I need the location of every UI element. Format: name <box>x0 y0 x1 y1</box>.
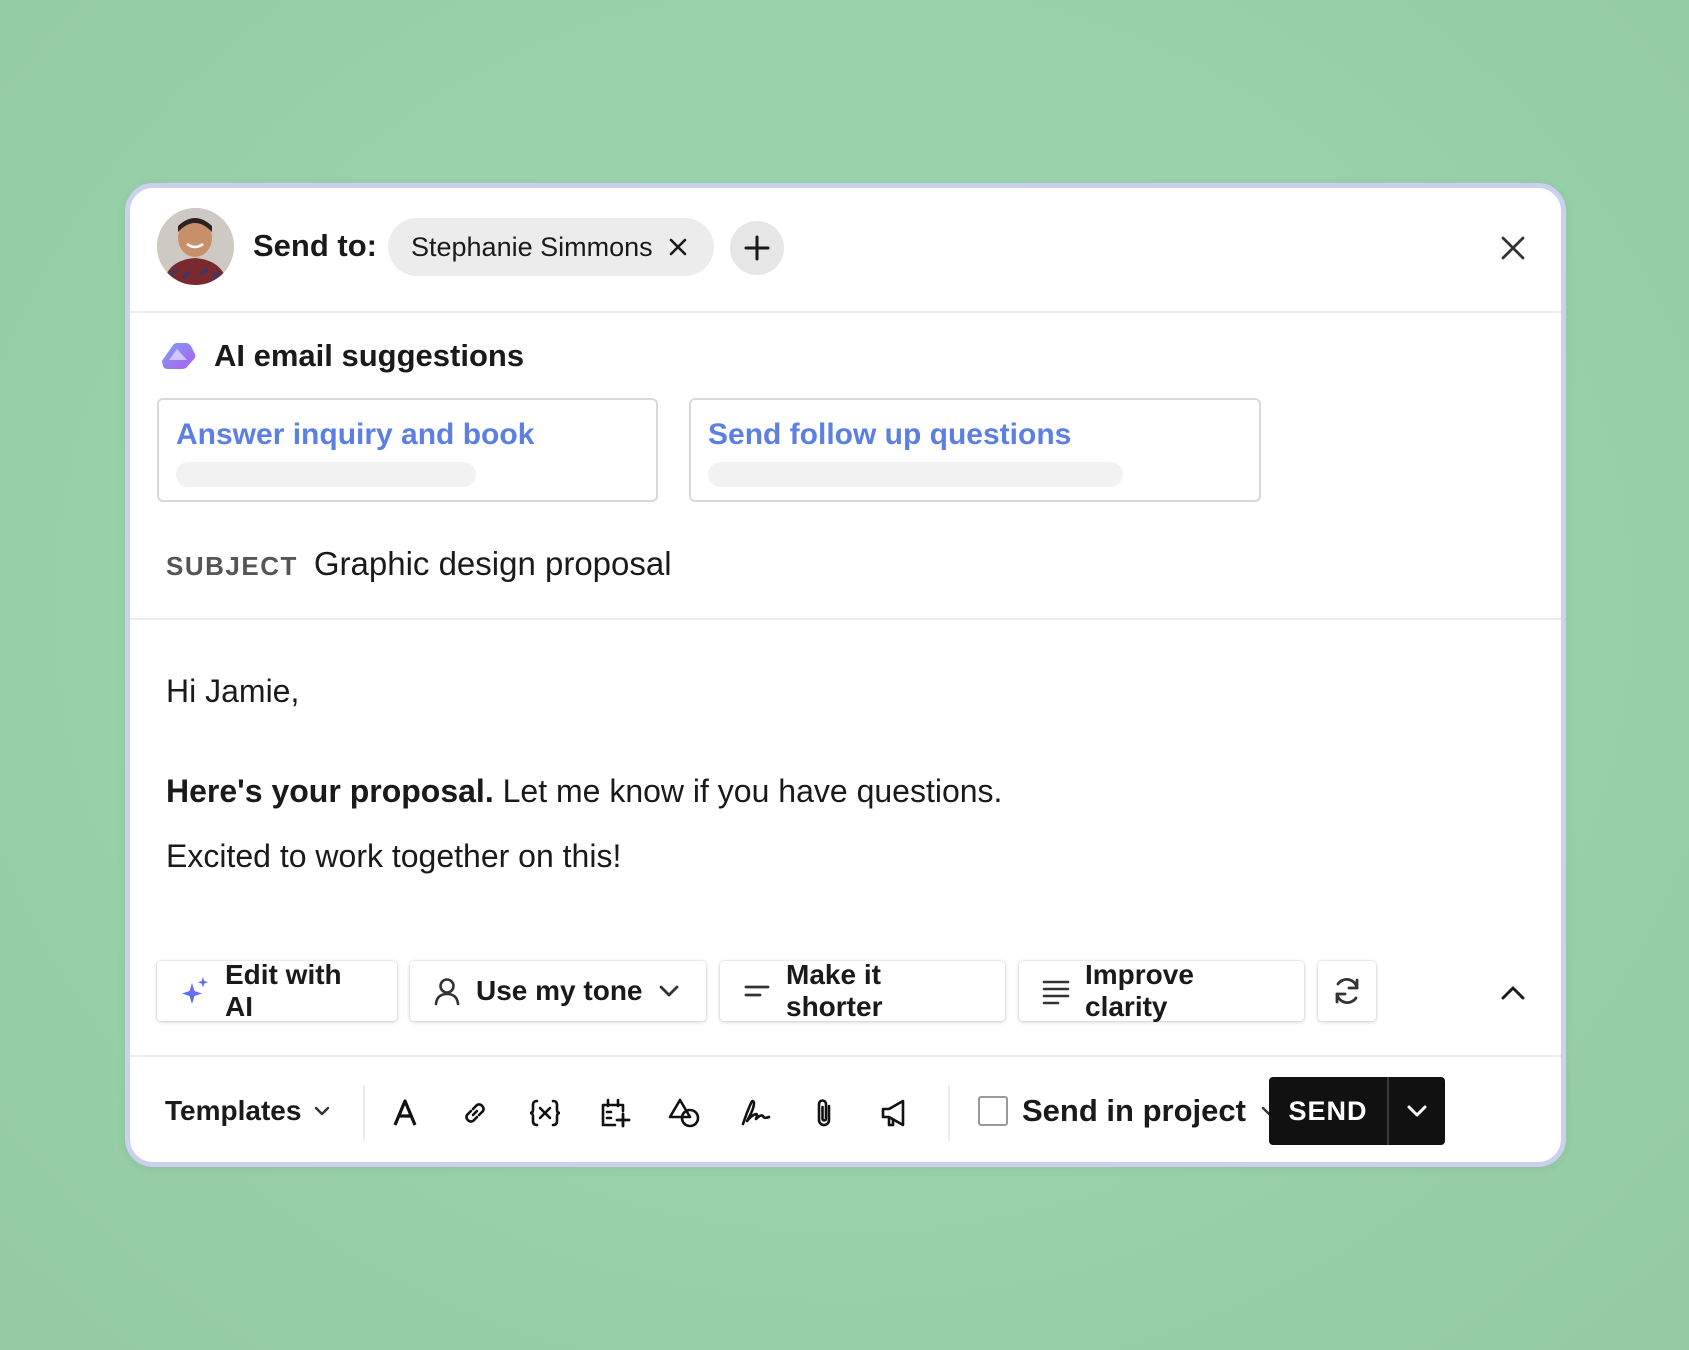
plus-icon <box>744 235 770 261</box>
chevron-down-icon <box>659 985 678 997</box>
ai-logo-icon <box>162 343 196 369</box>
send-options-button[interactable] <box>1389 1077 1445 1145</box>
chevron-up-icon <box>1501 986 1525 1000</box>
announcement-button[interactable] <box>875 1093 915 1133</box>
toolbar-separator <box>948 1085 950 1141</box>
improve-clarity-label: Improve clarity <box>1085 959 1194 1022</box>
recipient-name: Stephanie Simmons <box>411 231 653 262</box>
insert-shapes-button[interactable] <box>665 1093 705 1133</box>
ai-suggestions-heading: AI email suggestions <box>160 338 524 374</box>
refresh-icon <box>1335 978 1359 1004</box>
recipient-chip[interactable]: Stephanie Simmons <box>388 218 714 276</box>
email-body-line[interactable]: Excited to work together on this! <box>166 838 621 875</box>
sparkle-icon <box>182 977 208 1004</box>
regenerate-button[interactable] <box>1318 961 1376 1021</box>
text-format-icon <box>393 1099 417 1126</box>
lines-icon <box>1042 980 1070 1005</box>
avatar <box>157 208 234 285</box>
make-it-shorter-button[interactable]: Make it shorter <box>720 959 1005 1022</box>
templates-dropdown[interactable]: Templates <box>165 1095 331 1127</box>
suggestion-loading-bar <box>708 462 1123 487</box>
templates-label: Templates <box>165 1095 302 1126</box>
subject-input[interactable]: Graphic design proposal <box>314 545 672 583</box>
email-bold-text: Here's your proposal. <box>166 773 494 809</box>
edit-with-ai-label: Edit with AI <box>225 959 342 1022</box>
collapse-ai-toolbar-button[interactable] <box>1498 978 1528 1008</box>
make-it-shorter-label: Make it shorter <box>786 959 883 1022</box>
schedule-button[interactable] <box>595 1093 635 1133</box>
signature-icon <box>741 1099 771 1126</box>
divider <box>130 1055 1561 1057</box>
edit-with-ai-button[interactable]: Edit with AI <box>157 959 397 1022</box>
subject-label: SUBJECT <box>166 551 298 581</box>
chevron-down-icon <box>315 1106 330 1116</box>
email-greeting[interactable]: Hi Jamie, <box>166 673 299 710</box>
send-in-project-label: Send in project <box>1022 1093 1246 1128</box>
link-icon <box>465 1103 485 1123</box>
insert-variable-button[interactable] <box>525 1093 565 1133</box>
use-my-tone-dropdown[interactable]: Use my tone <box>410 961 706 1021</box>
insert-link-button[interactable] <box>455 1093 495 1133</box>
divider <box>130 618 1561 620</box>
short-lines-icon <box>744 985 770 997</box>
suggestion-card-follow-up[interactable]: Send follow up questions <box>689 398 1261 502</box>
suggestion-label: Answer inquiry and book <box>176 418 535 451</box>
close-button[interactable] <box>1498 233 1528 263</box>
variable-icon <box>529 1099 561 1127</box>
suggestion-card-answer-inquiry[interactable]: Answer inquiry and book <box>157 398 658 502</box>
send-button[interactable]: SEND <box>1269 1077 1387 1145</box>
composer-header: Send to: Stephanie Simmons <box>130 188 1561 313</box>
person-icon <box>434 978 460 1006</box>
megaphone-icon <box>881 1099 905 1127</box>
send-to-label: Send to: <box>253 228 377 263</box>
remove-recipient-icon[interactable] <box>667 236 689 258</box>
improve-clarity-button[interactable]: Improve clarity <box>1019 959 1304 1022</box>
add-recipient-button[interactable] <box>730 221 784 275</box>
attach-file-button[interactable] <box>805 1093 845 1133</box>
attachment-icon <box>817 1099 831 1127</box>
send-button-group: SEND <box>1269 1077 1445 1145</box>
email-body-text: Let me know if you have questions. <box>493 773 1003 809</box>
text-format-button[interactable] <box>385 1093 425 1133</box>
close-icon <box>1501 236 1525 260</box>
email-body-line[interactable]: Here's your proposal. Let me know if you… <box>166 773 1002 810</box>
use-my-tone-label: Use my tone <box>476 975 643 1006</box>
subject-field[interactable]: SUBJECT Graphic design proposal <box>166 545 672 583</box>
ai-suggestions-title: AI email suggestions <box>214 338 525 373</box>
suggestion-label: Send follow up questions <box>708 418 1072 451</box>
send-in-project-checkbox[interactable] <box>978 1096 1008 1126</box>
signature-button[interactable] <box>735 1093 775 1133</box>
toolbar-separator <box>363 1085 365 1141</box>
shapes-icon <box>668 1098 700 1128</box>
chevron-down-icon <box>1407 1105 1427 1117</box>
email-composer: Send to: Stephanie Simmons AI email sugg… <box>125 183 1566 1167</box>
suggestion-loading-bar <box>176 462 476 487</box>
schedule-icon <box>601 1098 631 1128</box>
